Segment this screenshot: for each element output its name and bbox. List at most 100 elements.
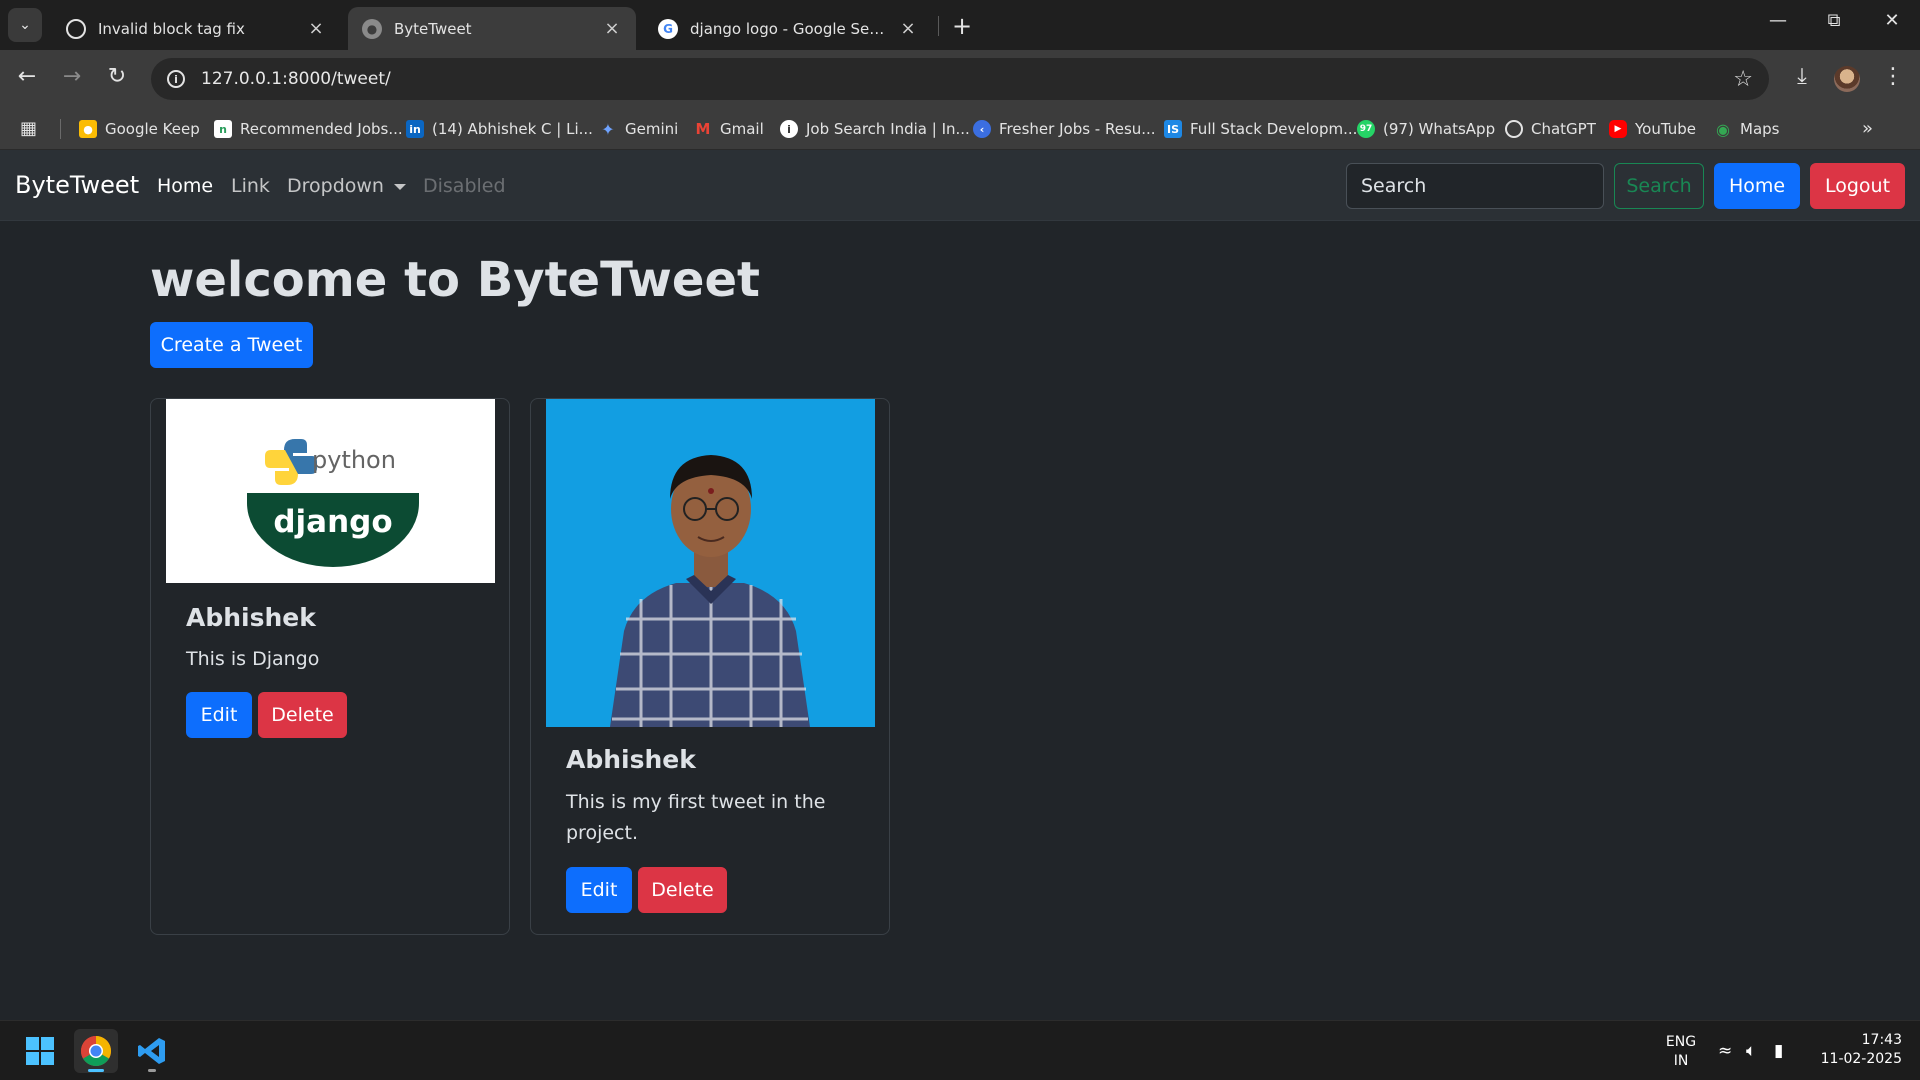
youtube-icon: ▶ <box>1609 120 1627 138</box>
region-code: IN <box>1673 1053 1689 1069</box>
create-tweet-button[interactable]: Create a Tweet <box>150 322 313 368</box>
nav-disabled-link: Disabled <box>423 175 506 197</box>
tab-search-button[interactable]: ⌄ <box>8 8 42 42</box>
tab-title: django logo - Google Search <box>690 19 886 38</box>
chatgpt-icon <box>1505 120 1523 138</box>
close-icon[interactable]: × <box>602 18 622 39</box>
restore-icon[interactable]: ⧉ <box>1814 10 1854 31</box>
bookmark-label: Maps <box>1740 120 1780 138</box>
edit-button[interactable]: Edit <box>566 867 632 913</box>
search-button[interactable]: Search <box>1614 163 1704 209</box>
more-bookmarks-icon[interactable]: » <box>1862 118 1873 139</box>
bookmark-linkedin[interactable]: in (14) Abhishek C | Li... <box>406 117 593 141</box>
download-icon[interactable]: ⤓ <box>1787 64 1817 89</box>
battery-icon[interactable]: ▮ <box>1774 1041 1783 1061</box>
language-indicator[interactable]: ENG IN <box>1660 1033 1702 1071</box>
django-logo: python django <box>247 439 419 567</box>
tweet-image: python django <box>166 399 495 583</box>
forward-arrow-icon[interactable]: → <box>57 64 87 89</box>
tab-separator <box>938 16 939 36</box>
nav-dropdown-label: Dropdown <box>287 175 384 197</box>
chatgpt-icon <box>66 18 86 39</box>
open-app-indicator <box>148 1069 156 1072</box>
bookmark-label: Full Stack Developm... <box>1190 120 1358 138</box>
browser-tabstrip: ⌄ Invalid block tag fix × ● ByteTweet × … <box>0 0 1920 50</box>
vscode-icon <box>138 1038 165 1064</box>
bookmark-full-stack[interactable]: IS Full Stack Developm... <box>1164 117 1357 141</box>
clock[interactable]: 17:43 11-02-2025 <box>1812 1031 1902 1069</box>
edit-button[interactable]: Edit <box>186 692 252 738</box>
profile-avatar[interactable] <box>1834 66 1860 92</box>
back-arrow-icon[interactable]: ← <box>12 64 42 89</box>
nav-link[interactable]: Link <box>231 175 270 197</box>
bookmark-google-keep[interactable]: ● Google Keep <box>79 117 200 141</box>
delete-button[interactable]: Delete <box>638 867 727 913</box>
tweet-card: Abhishek This is my first tweet in the p… <box>530 398 890 935</box>
bookmark-youtube[interactable]: ▶ YouTube <box>1609 117 1696 141</box>
kebab-menu-icon[interactable]: ⋮ <box>1878 64 1908 89</box>
bookmark-star-icon[interactable]: ☆ <box>1733 67 1753 92</box>
wifi-icon[interactable]: ≈ <box>1718 1041 1732 1061</box>
apps-grid-icon[interactable]: ▦ <box>20 118 37 139</box>
tweet-author: Abhishek <box>566 745 696 774</box>
tweet-card: python django Abhishek This is Django Ed… <box>150 398 510 935</box>
bookmark-chatgpt[interactable]: ChatGPT <box>1505 117 1596 141</box>
bookmark-label: YouTube <box>1635 120 1696 138</box>
profile-photo <box>610 455 810 727</box>
globe-icon: ● <box>362 18 382 39</box>
gemini-icon: ✦ <box>601 119 615 139</box>
address-bar[interactable]: i 127.0.0.1:8000/tweet/ ☆ <box>151 58 1769 100</box>
bookmark-maps[interactable]: ◉ Maps <box>1714 117 1779 141</box>
os-taskbar: ENG IN ≈ 🔈︎ ▮ 17:43 11-02-2025 <box>0 1020 1920 1080</box>
bookmark-gmail[interactable]: M Gmail <box>694 117 764 141</box>
close-icon[interactable]: × <box>898 18 918 39</box>
is-icon: IS <box>1164 120 1182 138</box>
bookmark-label: Gmail <box>720 120 764 138</box>
bookmark-gemini[interactable]: ✦ Gemini <box>599 117 678 141</box>
delete-button[interactable]: Delete <box>258 692 347 738</box>
python-logo-icon <box>265 439 317 485</box>
browser-tab-1[interactable]: Invalid block tag fix × <box>52 7 340 50</box>
browser-tab-3[interactable]: G django logo - Google Search × <box>644 7 932 50</box>
windows-start-icon[interactable] <box>18 1029 62 1073</box>
browser-toolbar: ← → ↻ i 127.0.0.1:8000/tweet/ ☆ ⤓ ⋮ <box>0 50 1920 108</box>
site-info-icon[interactable]: i <box>167 70 185 88</box>
bookmark-job-search[interactable]: i Job Search India | In... <box>780 117 970 141</box>
bookmark-label: (97) WhatsApp <box>1383 120 1496 138</box>
bookmark-label: Gemini <box>625 120 679 138</box>
chrome-icon <box>80 1036 112 1067</box>
tweet-image <box>546 399 875 727</box>
close-window-icon[interactable]: ✕ <box>1872 10 1912 31</box>
url-text[interactable]: 127.0.0.1:8000/tweet/ <box>201 69 1717 89</box>
chrome-taskbar-icon[interactable] <box>74 1029 118 1073</box>
bookmark-label: ChatGPT <box>1531 120 1596 138</box>
logout-button[interactable]: Logout <box>1810 163 1905 209</box>
reload-icon[interactable]: ↻ <box>102 64 132 89</box>
linkedin-icon: in <box>406 120 424 138</box>
caret-down-icon <box>393 183 406 190</box>
bookmark-recommended-jobs[interactable]: n Recommended Jobs... <box>214 117 403 141</box>
tab-title: ByteTweet <box>394 19 472 38</box>
navbar-brand[interactable]: ByteTweet <box>15 171 139 199</box>
bookmark-label: Job Search India | In... <box>806 120 970 138</box>
maps-icon: ◉ <box>1716 119 1730 139</box>
browser-tab-2[interactable]: ● ByteTweet × <box>348 7 636 50</box>
tweet-author: Abhishek <box>186 603 316 632</box>
minimize-icon[interactable]: — <box>1758 10 1798 31</box>
bookmark-whatsapp[interactable]: 97 (97) WhatsApp <box>1357 117 1495 141</box>
clock-date: 11-02-2025 <box>1820 1051 1902 1067</box>
django-wordmark: django <box>273 504 392 540</box>
vscode-taskbar-icon[interactable] <box>130 1029 174 1073</box>
home-button[interactable]: Home <box>1714 163 1800 209</box>
close-icon[interactable]: × <box>306 18 326 39</box>
bookmark-label: Recommended Jobs... <box>240 120 403 138</box>
bookmark-fresher-jobs[interactable]: ‹ Fresher Jobs - Resu... <box>973 117 1156 141</box>
windows-logo-icon <box>26 1037 54 1065</box>
volume-icon[interactable]: 🔈︎ <box>1746 1041 1756 1061</box>
nav-home-link[interactable]: Home <box>157 175 213 197</box>
new-tab-button[interactable]: + <box>948 12 976 40</box>
search-input[interactable] <box>1346 163 1604 209</box>
nav-dropdown[interactable]: Dropdown <box>287 175 406 197</box>
tweet-text: This is Django <box>186 648 320 670</box>
naukri-icon: n <box>214 120 232 138</box>
